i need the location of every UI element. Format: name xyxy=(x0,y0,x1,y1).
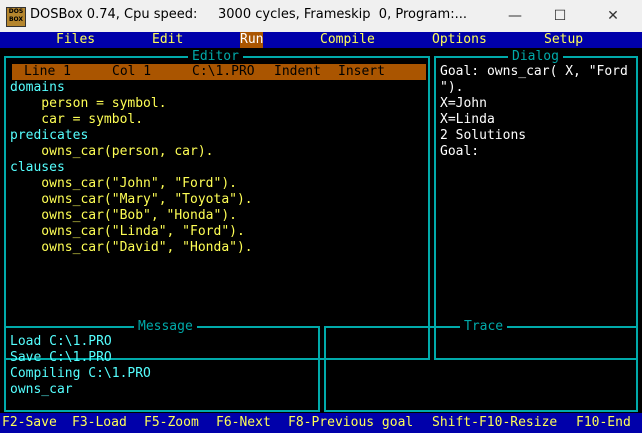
status-insert: Insert xyxy=(338,64,385,79)
code-line: domains xyxy=(10,80,65,95)
code-line: owns_car("Mary", "Toyota"). xyxy=(10,192,253,207)
function-key-bar: F2-Save F3-Load F5-Zoom F6-Next F8-Previ… xyxy=(0,413,642,433)
editor-status-line: Line 1 Col 1 C:\1.PRO Indent Insert xyxy=(12,64,426,80)
menu-edit[interactable]: Edit xyxy=(152,32,183,48)
message-line: Load C:\1.PRO xyxy=(10,334,112,349)
key-f2-save[interactable]: F2-Save xyxy=(2,415,57,431)
message-line: Compiling C:\1.PRO xyxy=(10,366,151,381)
key-shift-f10-resize[interactable]: Shift-F10-Resize xyxy=(432,415,557,431)
dialog-line: X=John xyxy=(440,96,487,111)
status-file: C:\1.PRO xyxy=(192,64,255,79)
menu-run-label: Run xyxy=(240,32,264,47)
dialog-title: Dialog xyxy=(508,50,563,64)
minimize-button[interactable]: — xyxy=(492,0,538,32)
dialog-line: 2 Solutions xyxy=(440,128,527,143)
menu-edit-label: Edit xyxy=(152,32,184,47)
code-line: owns_car("John", "Ford"). xyxy=(10,176,237,191)
trace-panel: Trace xyxy=(324,320,638,412)
maximize-button[interactable]: ☐ xyxy=(537,0,583,32)
dialog-panel[interactable]: Dialog Goal: owns_car( X, "Ford "). X=Jo… xyxy=(434,50,638,360)
code-line: owns_car(person, car). xyxy=(10,144,214,159)
message-title: Message xyxy=(134,320,197,334)
message-line: owns_car xyxy=(10,382,73,397)
menu-options[interactable]: Options xyxy=(432,32,487,48)
key-f10-end[interactable]: F10-End xyxy=(576,415,631,431)
status-indent: Indent xyxy=(274,64,321,79)
menu-bar: Files Edit Run Compile Options Setup xyxy=(0,32,642,48)
code-line: person = symbol. xyxy=(10,96,167,111)
code-line: car = symbol. xyxy=(10,112,144,127)
menu-compile[interactable]: Compile xyxy=(320,32,375,48)
window-titlebar[interactable]: DOS BOX DOSBox 0.74, Cpu speed: 3000 cyc… xyxy=(0,0,642,33)
trace-title: Trace xyxy=(460,320,508,334)
code-line: owns_car("Bob", "Honda"). xyxy=(10,208,237,223)
menu-setup-label: Setup xyxy=(544,32,584,47)
dialog-line: X=Linda xyxy=(440,112,495,127)
key-f5-zoom[interactable]: F5-Zoom xyxy=(144,415,199,431)
code-line: clauses xyxy=(10,160,65,175)
status-line-number: Line 1 xyxy=(24,64,71,79)
menu-files[interactable]: Files xyxy=(56,32,95,48)
close-button[interactable]: ✕ xyxy=(590,0,636,32)
dialog-line: Goal: owns_car( X, "Ford xyxy=(440,64,628,79)
key-f6-next[interactable]: F6-Next xyxy=(216,415,271,431)
menu-files-label: Files xyxy=(56,32,96,47)
dosbox-app-icon[interactable]: DOS BOX xyxy=(6,7,26,27)
code-line: owns_car("David", "Honda"). xyxy=(10,240,253,255)
dos-screen: Editor Line 1 Col 1 C:\1.PRO Indent Inse… xyxy=(0,48,642,413)
menu-run[interactable]: Run xyxy=(240,32,264,48)
status-column: Col 1 xyxy=(112,64,152,79)
dialog-line: Goal: xyxy=(440,144,480,159)
window-title: DOSBox 0.74, Cpu speed: 3000 cycles, Fra… xyxy=(30,7,467,22)
code-line: owns_car("Linda", "Ford"). xyxy=(10,224,245,239)
editor-title: Editor xyxy=(188,50,243,64)
menu-setup[interactable]: Setup xyxy=(544,32,583,48)
message-panel: Message Load C:\1.PRO Save C:\1.PRO Comp… xyxy=(4,320,320,412)
message-line: Save C:\1.PRO xyxy=(10,350,112,365)
menu-compile-label: Compile xyxy=(320,32,375,47)
dialog-line: "). xyxy=(440,80,464,95)
code-line: predicates xyxy=(10,128,89,143)
key-f3-load[interactable]: F3-Load xyxy=(72,415,127,431)
menu-options-label: Options xyxy=(432,32,487,47)
editor-panel[interactable]: Editor Line 1 Col 1 C:\1.PRO Indent Inse… xyxy=(4,50,430,360)
key-f8-previous-goal[interactable]: F8-Previous goal xyxy=(288,415,413,431)
